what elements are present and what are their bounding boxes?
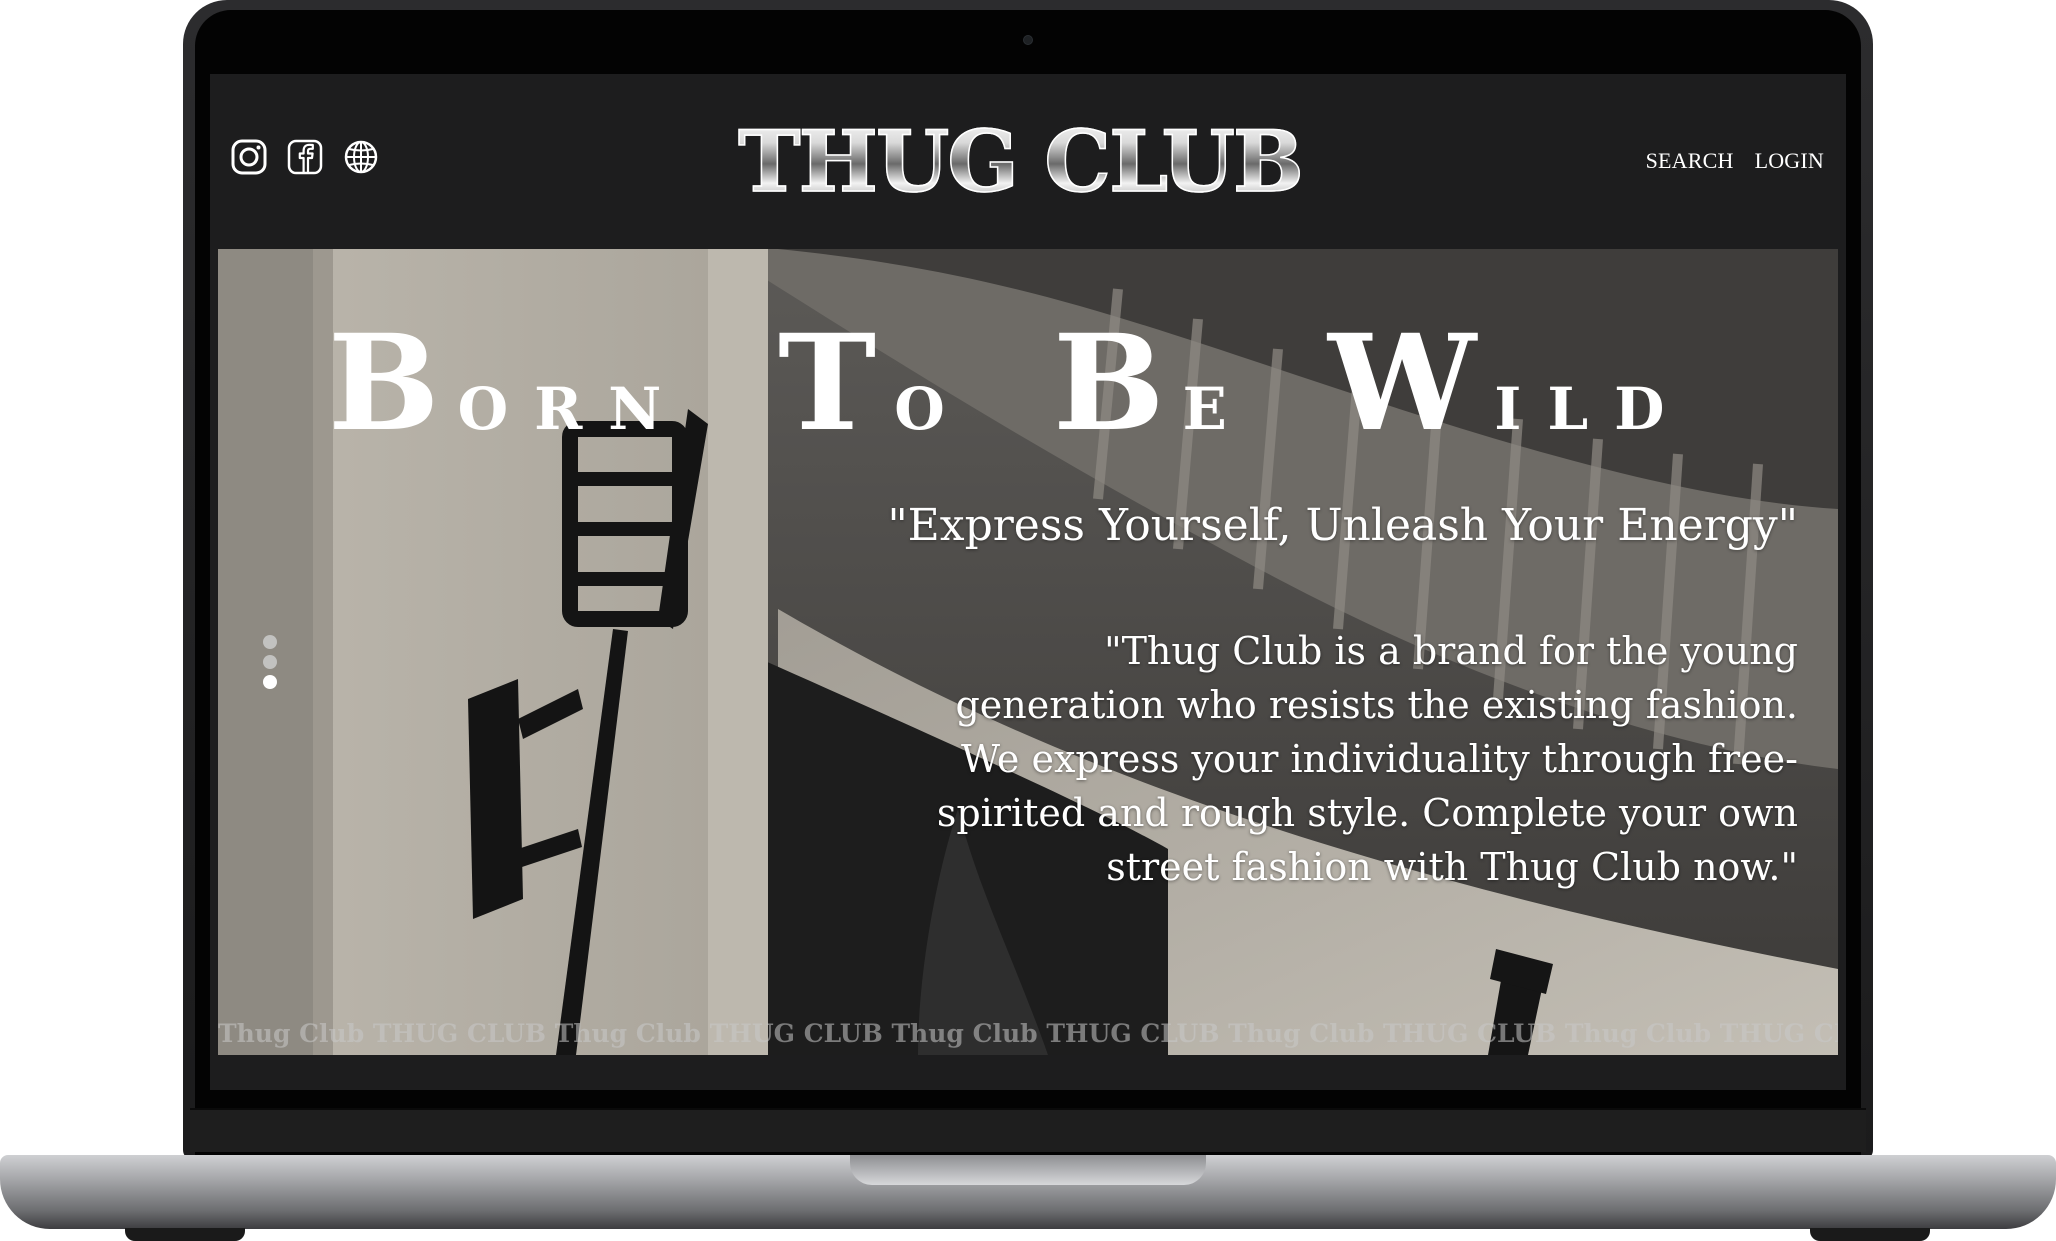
globe-icon[interactable] (342, 138, 380, 176)
laptop-foot-left (125, 1228, 245, 1241)
description-line: street fashion with Thug Club now." (1106, 845, 1798, 889)
social-links (230, 138, 380, 176)
brand-logo[interactable]: THUG CLUB (730, 113, 1310, 211)
hero-description: "Thug Club is a brand for the young gene… (898, 624, 1798, 894)
site-header: THUG CLUB SEARCH LOGIN (210, 74, 1846, 249)
facebook-icon[interactable] (286, 138, 324, 176)
headline-word-be: BE (1053, 306, 1253, 461)
description-line: generation who resists the existing fash… (955, 683, 1798, 727)
hero-banner: B ORN TO BE W ILD "Express Yourself, Unlea… (218, 249, 1838, 1055)
laptop-lid-notch (850, 1155, 1206, 1185)
description-line: "Thug Club is a brand for the young (1104, 629, 1798, 673)
webcam (1023, 35, 1033, 45)
description-line: We express your individuality through fr… (960, 737, 1798, 781)
slider-dot-2[interactable] (263, 655, 277, 669)
hero-tagline: "Express Yourself, Unleash Your Energy" (887, 500, 1798, 551)
laptop-mockup: THUG CLUB SEARCH LOGIN B ORN T O B E W I… (0, 0, 2056, 1241)
headline-word-to: TO (778, 306, 971, 461)
slider-dot-1[interactable] (263, 635, 277, 649)
brand-marquee: Thug Club THUG CLUB Thug Club THUG CLUB … (218, 1019, 1838, 1048)
laptop-foot-right (1810, 1228, 1930, 1241)
headline-word-born: B ORN (328, 306, 688, 461)
slider-dot-3[interactable] (263, 675, 277, 689)
hero-headline: B ORN TO BE W ILD (328, 306, 1768, 461)
login-link[interactable]: LOGIN (1755, 148, 1824, 174)
instagram-icon[interactable] (230, 138, 268, 176)
description-line: spirited and rough style. Complete your … (936, 791, 1798, 835)
search-link[interactable]: SEARCH (1646, 148, 1734, 174)
headline-word-wild: W ILD (1328, 306, 1691, 461)
slider-dots (263, 635, 277, 689)
header-nav: SEARCH LOGIN (1646, 148, 1824, 174)
bezel-bottom-strip (190, 1108, 1866, 1152)
website-screen: THUG CLUB SEARCH LOGIN B ORN T O B E W I… (210, 74, 1846, 1090)
